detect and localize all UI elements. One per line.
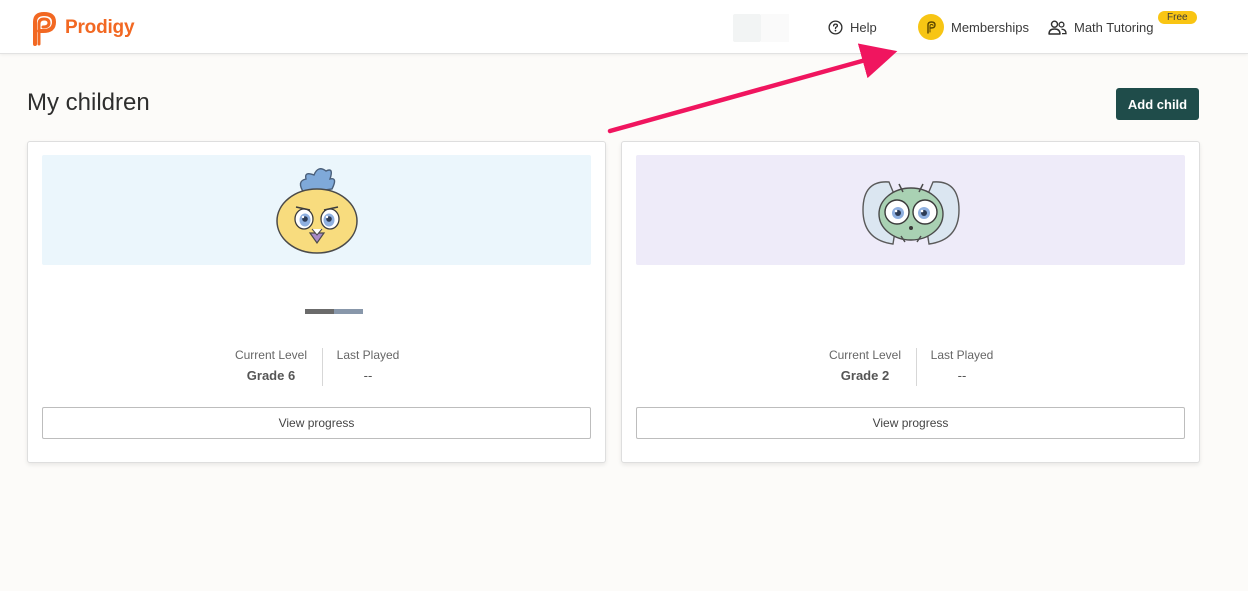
last-played-stat: Last Played --: [318, 348, 418, 383]
current-level-stat: Current Level Grade 6: [221, 348, 321, 383]
chick-avatar-icon: [275, 168, 358, 254]
top-navigation-bar: Prodigy Help Memberships Math Tutoring F…: [0, 0, 1248, 54]
view-progress-button[interactable]: View progress: [636, 407, 1185, 439]
last-played-value: --: [363, 368, 373, 383]
child-stats: Current Level Grade 6 Last Played --: [28, 348, 605, 388]
free-badge: Free: [1158, 11, 1197, 24]
last-played-label: Last Played: [336, 348, 400, 362]
child-stats: Current Level Grade 2 Last Played --: [622, 348, 1199, 388]
add-child-button[interactable]: Add child: [1116, 88, 1199, 120]
membership-coin-icon: [918, 14, 944, 40]
nav-memberships-label: Memberships: [951, 19, 1030, 35]
last-played-value: --: [957, 368, 967, 383]
prodigy-logo[interactable]: Prodigy: [26, 10, 135, 46]
current-level-label: Current Level: [234, 348, 308, 362]
last-played-stat: Last Played --: [912, 348, 1012, 383]
child-name-loading-skeleton: [305, 309, 363, 314]
nav-math-tutoring-label: Math Tutoring: [1074, 19, 1154, 35]
child-card: Current Level Grade 2 Last Played -- Vie…: [621, 141, 1200, 463]
last-played-label: Last Played: [930, 348, 994, 362]
nav-math-tutoring-link[interactable]: Math Tutoring: [1048, 0, 1154, 54]
child-card: Current Level Grade 6 Last Played -- Vie…: [27, 141, 606, 463]
current-level-value: Grade 2: [840, 368, 890, 383]
view-progress-button[interactable]: View progress: [42, 407, 591, 439]
brand-name: Prodigy: [65, 17, 135, 38]
bug-avatar-icon: [861, 181, 960, 245]
avatar-banner: [636, 155, 1185, 265]
current-level-value: Grade 6: [246, 368, 296, 383]
loading-placeholder: [733, 14, 761, 42]
nav-help-link[interactable]: Help: [828, 0, 877, 54]
nav-memberships-link[interactable]: Memberships: [918, 0, 1029, 54]
users-icon: [1048, 19, 1067, 35]
nav-help-label: Help: [850, 19, 877, 35]
loading-placeholder: [761, 14, 789, 42]
avatar-banner: [42, 155, 591, 265]
question-circle-icon: [828, 19, 843, 35]
current-level-label: Current Level: [828, 348, 902, 362]
prodigy-logo-icon: [33, 12, 56, 46]
current-level-stat: Current Level Grade 2: [815, 348, 915, 383]
page-title: My children: [27, 89, 150, 116]
